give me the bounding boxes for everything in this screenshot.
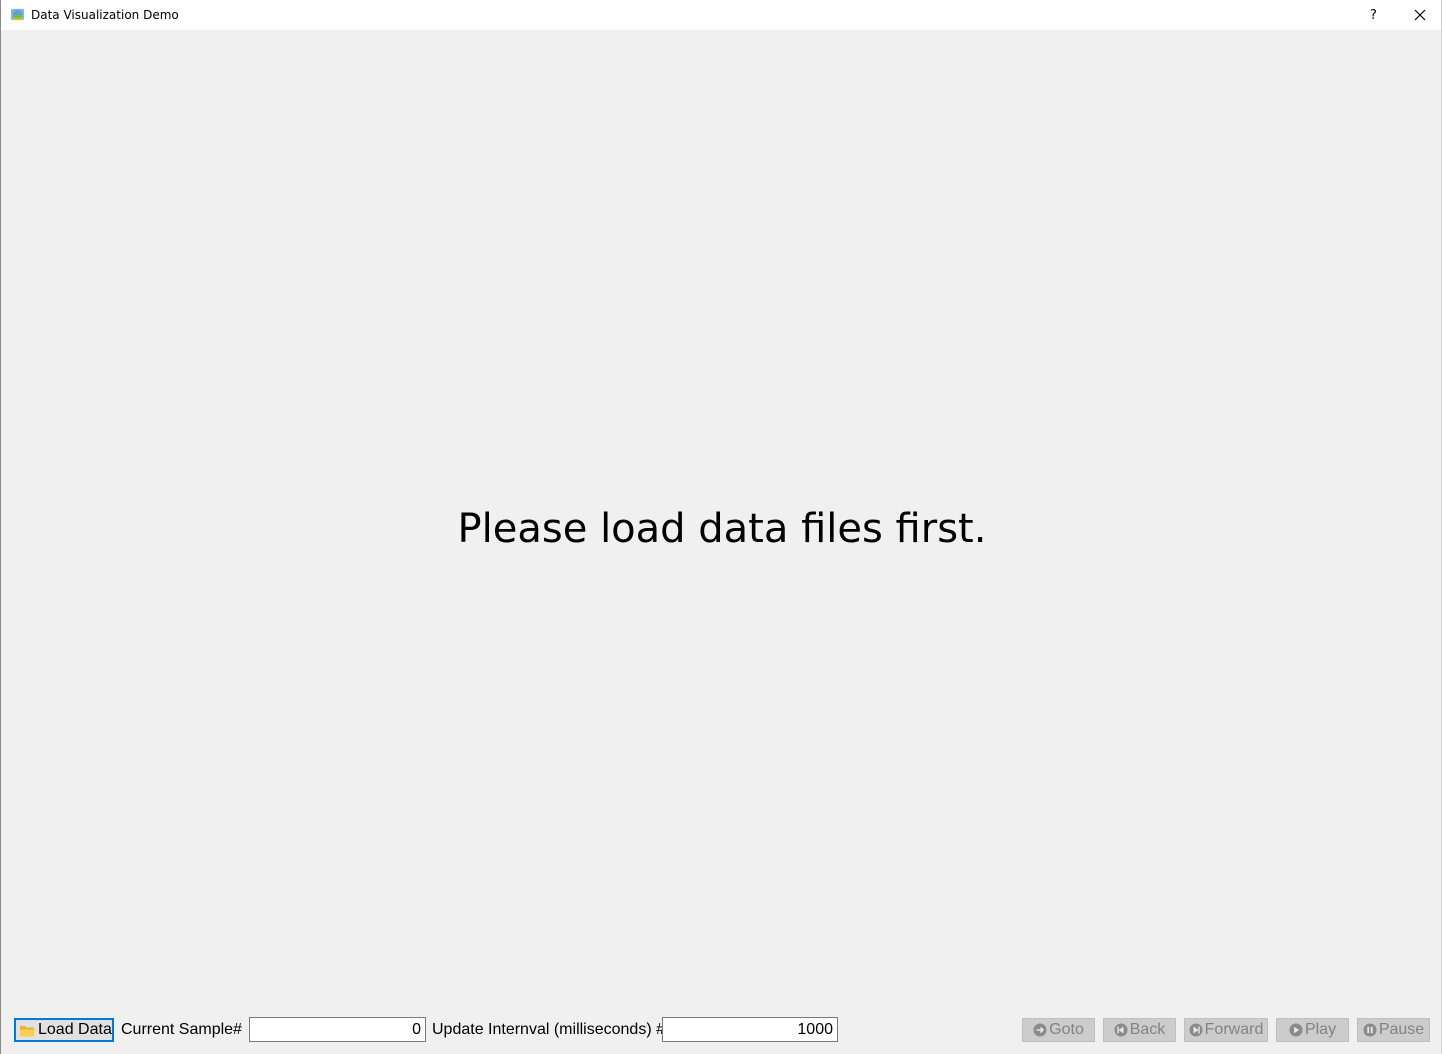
forward-button[interactable]: Forward — [1184, 1018, 1268, 1042]
load-data-button[interactable]: Load Data — [14, 1018, 114, 1042]
pause-label: Pause — [1378, 1021, 1425, 1038]
help-button[interactable]: ? — [1351, 0, 1396, 30]
goto-label: Goto — [1049, 1021, 1084, 1038]
update-interval-input[interactable] — [662, 1017, 838, 1042]
close-button[interactable] — [1397, 0, 1442, 30]
update-interval-label: Update Internval (milliseconds) # — [432, 1021, 665, 1038]
app-globe-icon — [10, 8, 25, 21]
folder-icon — [20, 1026, 35, 1037]
current-sample-input[interactable] — [249, 1017, 426, 1042]
load-data-label: Load Data — [38, 1021, 112, 1038]
pause-button[interactable]: Pause — [1357, 1018, 1430, 1042]
goto-icon — [1033, 1023, 1047, 1037]
play-button[interactable]: Play — [1276, 1018, 1349, 1042]
goto-button[interactable]: Goto — [1022, 1018, 1095, 1042]
back-label: Back — [1129, 1021, 1166, 1038]
pause-icon — [1363, 1023, 1377, 1037]
visualization-area: Please load data files first. — [2, 30, 1442, 1010]
forward-label: Forward — [1204, 1021, 1264, 1038]
control-bar: Load Data Current Sample# Update Internv… — [1, 1012, 1442, 1048]
play-label: Play — [1304, 1021, 1337, 1038]
close-icon — [1414, 9, 1425, 21]
empty-state-message: Please load data files first. — [457, 506, 987, 552]
window-title: Data Visualization Demo — [31, 8, 179, 22]
play-icon — [1289, 1023, 1303, 1037]
back-button[interactable]: Back — [1103, 1018, 1176, 1042]
app-window: Data Visualization Demo ? Please load da… — [0, 0, 1442, 1054]
title-bar[interactable]: Data Visualization Demo ? — [1, 0, 1441, 30]
back-icon — [1114, 1023, 1128, 1037]
current-sample-label: Current Sample# — [121, 1021, 242, 1038]
forward-icon — [1189, 1023, 1203, 1037]
